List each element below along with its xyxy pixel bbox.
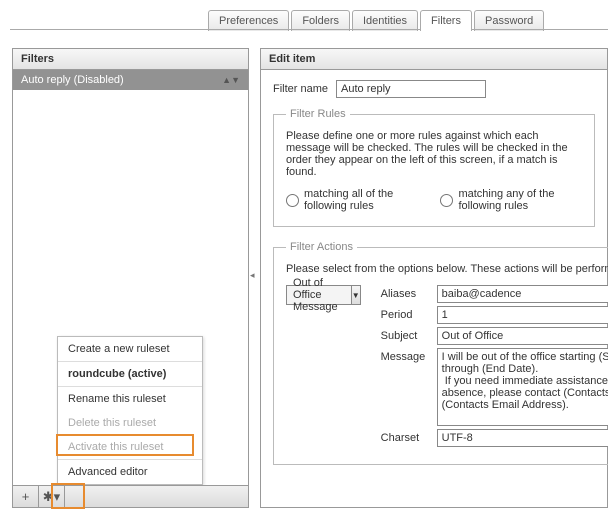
rule-match-all-label: matching all of the following rules — [304, 188, 422, 212]
filter-actions-hint: Please select from the options below. Th… — [286, 263, 608, 275]
action-type-select[interactable]: Out of Office Message ▼ — [286, 285, 361, 305]
tab-identities[interactable]: Identities — [352, 10, 418, 31]
period-input[interactable] — [437, 306, 608, 324]
add-filter-button[interactable]: + — [13, 486, 39, 507]
highlight-gear — [51, 483, 85, 509]
filter-actions-legend: Filter Actions — [286, 241, 357, 253]
expand-icon: ▲▼ — [222, 75, 240, 85]
filter-name-label: Filter name — [273, 83, 328, 95]
charset-input[interactable] — [437, 429, 608, 447]
tab-password[interactable]: Password — [474, 10, 544, 31]
subject-label: Subject — [381, 327, 437, 342]
edit-item-panel: Edit item Filter name Filter Rules Pleas… — [260, 48, 608, 508]
message-textarea[interactable] — [437, 348, 608, 426]
dropdown-icon: ▼ — [351, 286, 360, 304]
tab-preferences[interactable]: Preferences — [208, 10, 289, 31]
ruleset-item-label: Auto reply (Disabled) — [21, 74, 124, 86]
menu-rename-ruleset[interactable]: Rename this ruleset — [58, 386, 202, 411]
edit-panel-title: Edit item — [261, 49, 607, 70]
filters-list-panel: Filters Auto reply (Disabled) ▲▼ Create … — [12, 48, 249, 508]
message-label: Message — [381, 348, 437, 363]
rule-match-any[interactable]: matching any of the following rules — [440, 188, 582, 212]
splitter-handle-icon[interactable]: ◂ — [250, 270, 255, 281]
aliases-label: Aliases — [381, 285, 437, 300]
action-type-value: Out of Office Message — [287, 277, 351, 313]
ruleset-item[interactable]: Auto reply (Disabled) ▲▼ — [13, 70, 248, 90]
ruleset-context-menu: Create a new ruleset roundcube (active) … — [57, 336, 203, 485]
charset-label: Charset — [381, 429, 437, 444]
rule-match-any-label: matching any of the following rules — [458, 188, 582, 212]
menu-create-ruleset[interactable]: Create a new ruleset — [58, 337, 202, 361]
settings-tabs: Preferences Folders Identities Filters P… — [208, 10, 544, 31]
aliases-input[interactable] — [437, 285, 608, 303]
rule-match-all-radio[interactable] — [286, 194, 299, 207]
menu-activate-ruleset[interactable]: Activate this ruleset — [58, 435, 202, 459]
filter-rules-fieldset: Filter Rules Please define one or more r… — [273, 108, 595, 227]
filter-name-input[interactable] — [336, 80, 486, 98]
filter-rules-hint: Please define one or more rules against … — [286, 130, 582, 178]
rule-match-any-radio[interactable] — [440, 194, 453, 207]
subject-input[interactable] — [437, 327, 608, 345]
tab-filters[interactable]: Filters — [420, 10, 472, 31]
filters-toolbar: + ✱▾ — [13, 485, 248, 507]
menu-delete-ruleset[interactable]: Delete this ruleset — [58, 411, 202, 435]
filter-rules-legend: Filter Rules — [286, 108, 350, 120]
menu-advanced-editor[interactable]: Advanced editor — [58, 459, 202, 484]
tab-underline — [10, 29, 608, 30]
filter-actions-fieldset: Filter Actions Please select from the op… — [273, 241, 608, 465]
rule-match-all[interactable]: matching all of the following rules — [286, 188, 422, 212]
menu-active-ruleset[interactable]: roundcube (active) — [58, 361, 202, 386]
tab-folders[interactable]: Folders — [291, 10, 350, 31]
period-label: Period — [381, 306, 437, 321]
filters-panel-title: Filters — [13, 49, 248, 70]
